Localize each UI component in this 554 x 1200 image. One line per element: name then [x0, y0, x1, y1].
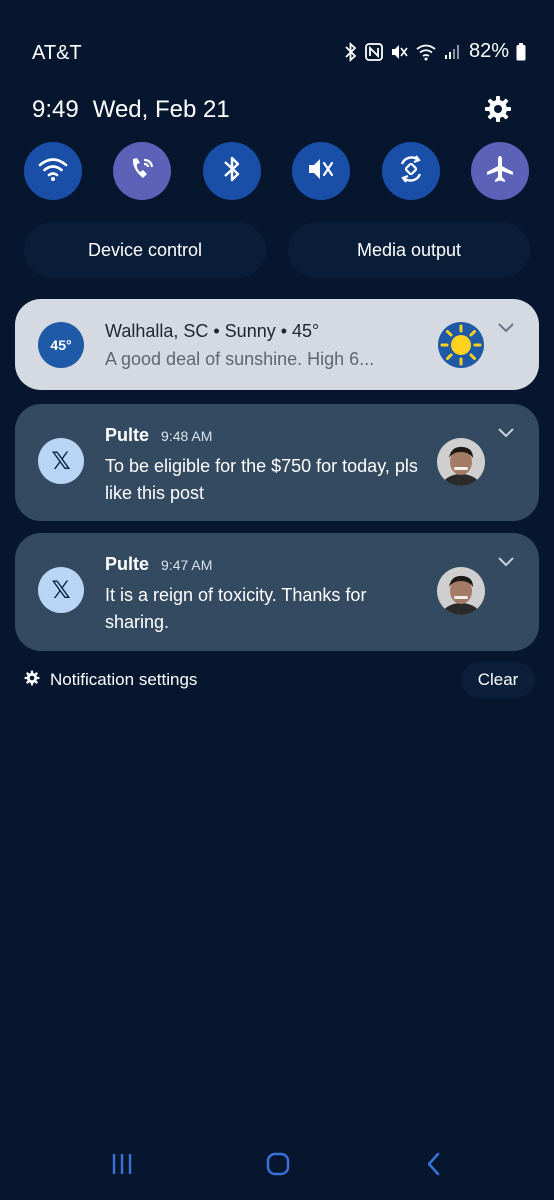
- notification-sender: Pulte: [105, 425, 150, 445]
- x-logo-icon: 𝕏: [38, 438, 84, 484]
- notification-sender: Pulte: [105, 554, 150, 574]
- media-output-button[interactable]: Media output: [288, 222, 530, 278]
- mute-icon: [306, 155, 336, 188]
- nfc-icon: [365, 42, 383, 61]
- quick-actions-row: Device control Media output: [24, 222, 530, 278]
- x-notification[interactable]: 𝕏 Pulte 9:47 AM It is a reign of toxicit…: [15, 533, 539, 651]
- settings-gear-icon[interactable]: [484, 95, 512, 123]
- weather-title: Walhalla, SC • Sunny • 45°: [105, 321, 320, 341]
- x-notification[interactable]: 𝕏 Pulte 9:48 AM To be eligible for the $…: [15, 404, 539, 521]
- chevron-down-icon[interactable]: [497, 555, 515, 567]
- recent-apps-icon[interactable]: [108, 1150, 136, 1178]
- sunny-icon: [437, 321, 485, 369]
- home-icon[interactable]: [264, 1150, 292, 1178]
- airplane-tile[interactable]: [471, 142, 529, 200]
- clear-button[interactable]: Clear: [461, 662, 535, 698]
- weather-temp-badge: 45°: [38, 322, 84, 368]
- wifi-calling-tile[interactable]: [113, 142, 171, 200]
- battery-icon: [516, 42, 526, 61]
- bluetooth-tile[interactable]: [203, 142, 261, 200]
- bluetooth-icon: [222, 154, 242, 189]
- avatar: [437, 438, 485, 486]
- battery-percent: 82%: [468, 40, 509, 62]
- mute-icon: [390, 43, 408, 61]
- carrier-label: AT&T: [32, 42, 82, 64]
- wifi-icon: [38, 156, 68, 187]
- wifi-calling-icon: [127, 155, 157, 188]
- time-date: 9:49 Wed, Feb 21: [32, 96, 230, 124]
- x-logo-icon: 𝕏: [38, 567, 84, 613]
- airplane-icon: [485, 154, 515, 189]
- chevron-down-icon[interactable]: [497, 321, 515, 333]
- clock-date: Wed, Feb 21: [92, 96, 230, 123]
- notification-settings-label: Notification settings: [50, 670, 198, 689]
- notification-header: Pulte 9:48 AM: [105, 425, 212, 446]
- wifi-calling-icon: [415, 43, 437, 61]
- avatar: [437, 567, 485, 615]
- weather-notification[interactable]: 45° Walhalla, SC • Sunny • 45° A good de…: [15, 299, 539, 390]
- rotate-icon: [396, 154, 426, 189]
- notification-text: It is a reign of toxicity. Thanks for sh…: [105, 585, 367, 632]
- signal-icon: [444, 44, 460, 60]
- bluetooth-icon: [344, 41, 358, 62]
- back-icon[interactable]: [420, 1150, 448, 1178]
- status-bar: AT&T 82%: [0, 0, 554, 108]
- weather-text: A good deal of sunshine. High 6...: [105, 349, 375, 369]
- notification-settings-link[interactable]: Notification settings: [24, 666, 197, 694]
- notification-time: 9:47 AM: [161, 557, 213, 573]
- wifi-tile[interactable]: [24, 142, 82, 200]
- chevron-down-icon[interactable]: [497, 426, 515, 438]
- quick-settings-row: [24, 142, 530, 202]
- notification-time: 9:48 AM: [161, 428, 213, 444]
- sound-tile[interactable]: [292, 142, 350, 200]
- status-icons: 82%: [344, 40, 526, 63]
- gear-icon: [24, 670, 40, 691]
- device-control-button[interactable]: Device control: [24, 222, 266, 278]
- auto-rotate-tile[interactable]: [382, 142, 440, 200]
- navigation-bar: [0, 1140, 554, 1188]
- notification-text: To be eligible for the $750 for today, p…: [105, 456, 418, 503]
- notification-header: Pulte 9:47 AM: [105, 554, 212, 575]
- clock-time: 9:49: [32, 96, 79, 123]
